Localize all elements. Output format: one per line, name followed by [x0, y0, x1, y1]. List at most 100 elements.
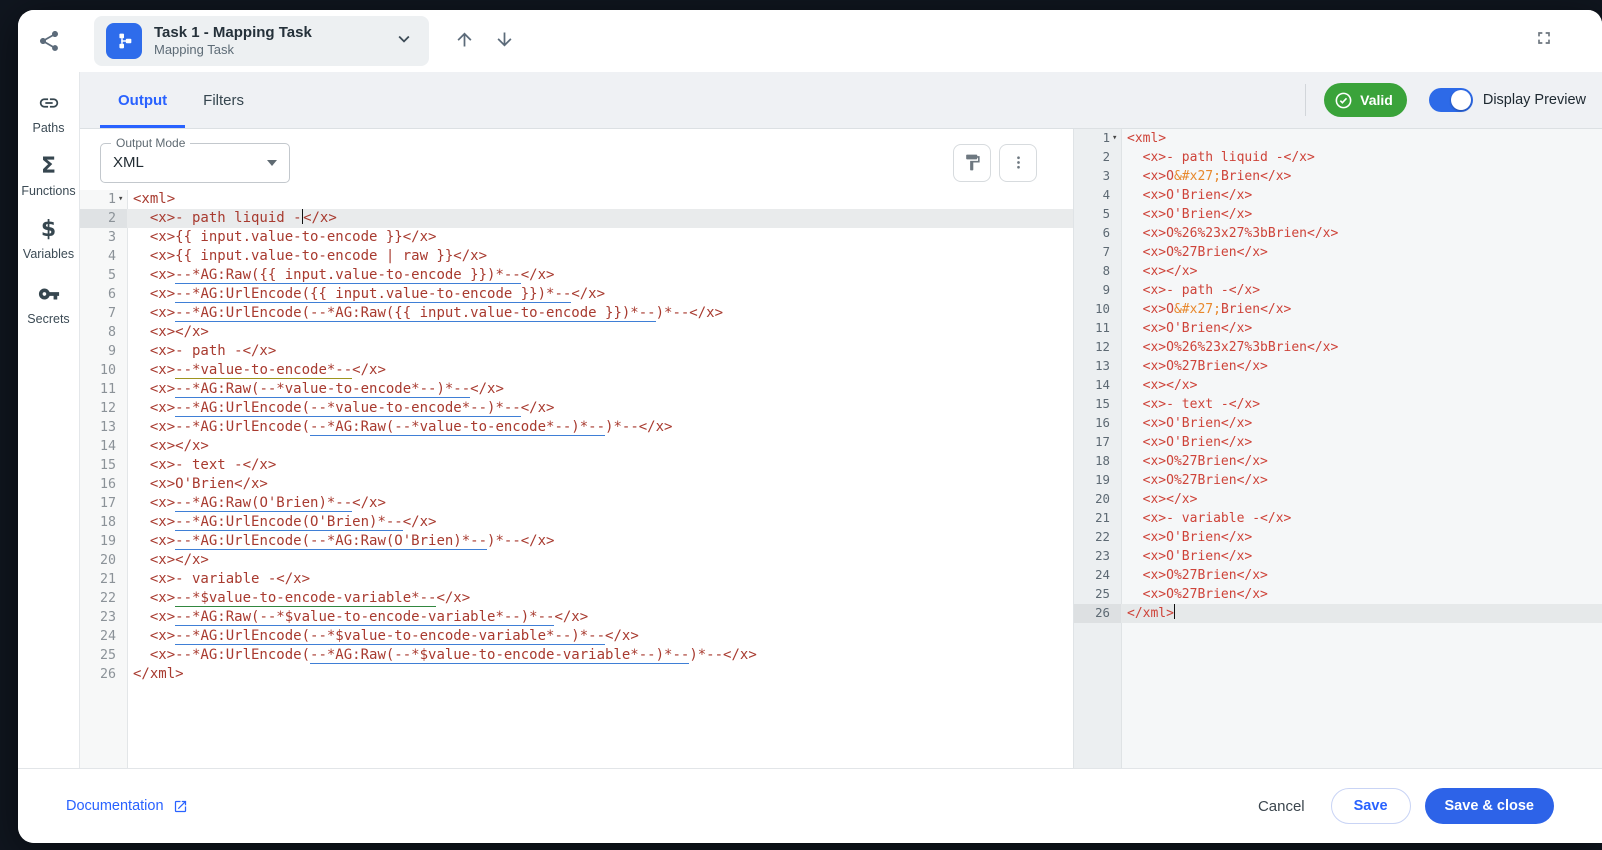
- line-number: 15: [1095, 397, 1110, 411]
- code-line-15[interactable]: 15 <x>- text -</x>: [1074, 395, 1602, 414]
- paint-roller-icon: [965, 154, 980, 171]
- sidebar-item-paths[interactable]: Paths: [18, 92, 79, 135]
- code-line-21[interactable]: 21 <x>- variable -</x>: [80, 570, 1073, 589]
- code-line-7[interactable]: 7 <x>--*AG:UrlEncode(--*AG:Raw({{ input.…: [80, 304, 1073, 323]
- sidebar-item-variables[interactable]: $ Variables: [18, 219, 79, 262]
- code-line-21[interactable]: 21 <x>- variable -</x>: [1074, 509, 1602, 528]
- left-sidebar: Paths Σ Functions $ Variables Secrets: [18, 72, 80, 768]
- code-text: <x>O%26%23x27%3bBrien</x>: [1127, 226, 1339, 241]
- code-line-14[interactable]: 14 <x></x>: [80, 437, 1073, 456]
- code-segment: </xml>: [133, 666, 184, 682]
- fold-arrow-icon[interactable]: ▾: [1112, 129, 1117, 148]
- code-line-17[interactable]: 17 <x>--*AG:Raw(O'Brien)*--</x>: [80, 494, 1073, 513]
- code-segment: &#x27;: [1173, 169, 1221, 184]
- code-line-19[interactable]: 19 <x>--*AG:UrlEncode(--*AG:Raw(O'Brien)…: [80, 532, 1073, 551]
- code-segment: </x>: [352, 495, 386, 511]
- move-up-button[interactable]: [451, 28, 477, 54]
- code-line-4[interactable]: 4 <x>O'Brien</x>: [1074, 186, 1602, 205]
- code-line-19[interactable]: 19 <x>O%27Brien</x>: [1074, 471, 1602, 490]
- code-line-8[interactable]: 8 <x></x>: [1074, 262, 1602, 281]
- code-line-7[interactable]: 7 <x>O%27Brien</x>: [1074, 243, 1602, 262]
- code-line-23[interactable]: 23 <x>--*AG:Raw(--*$value-to-encode-vari…: [80, 608, 1073, 627]
- code-line-3[interactable]: 3 <x>O&#x27;Brien</x>: [1074, 167, 1602, 186]
- strip-right: Valid Display Preview: [1305, 72, 1602, 128]
- code-segment: --*AG:Raw(--*$value-to-encode-variable*-…: [175, 609, 555, 626]
- preview-code[interactable]: 1 ▾ <xml> 2 <x>- path liquid -</x> 3 <x>O&#x…: [1074, 129, 1602, 768]
- code-line-1[interactable]: 1 ▾ <xml>: [80, 190, 1073, 209]
- code-segment: <x></x>: [133, 552, 209, 568]
- line-number: 20: [1095, 492, 1110, 506]
- line-number: 13: [99, 420, 116, 435]
- more-options-button[interactable]: [999, 143, 1037, 182]
- code-line-25[interactable]: 25 <x>--*AG:UrlEncode(--*AG:Raw(--*$valu…: [80, 646, 1073, 665]
- code-line-22[interactable]: 22 <x>O'Brien</x>: [1074, 528, 1602, 547]
- code-text: <x>--*AG:UrlEncode({{ input.value-to-enc…: [133, 286, 605, 303]
- code-line-22[interactable]: 22 <x>--*$value-to-encode-variable*--</x…: [80, 589, 1073, 608]
- code-line-5[interactable]: 5 <x>O'Brien</x>: [1074, 205, 1602, 224]
- share-icon[interactable]: [18, 29, 80, 53]
- code-line-24[interactable]: 24 <x>--*AG:UrlEncode(--*$value-to-encod…: [80, 627, 1073, 646]
- save-button[interactable]: Save: [1330, 788, 1411, 824]
- code-line-13[interactable]: 13 <x>--*AG:UrlEncode(--*AG:Raw(--*value…: [80, 418, 1073, 437]
- code-line-11[interactable]: 11 <x>O'Brien</x>: [1074, 319, 1602, 338]
- code-line-12[interactable]: 12 <x>O%26%23x27%3bBrien</x>: [1074, 338, 1602, 357]
- code-line-6[interactable]: 6 <x>O%26%23x27%3bBrien</x>: [1074, 224, 1602, 243]
- code-line-3[interactable]: 3 <x>{{ input.value-to-encode }}</x>: [80, 228, 1073, 247]
- line-number: 14: [99, 439, 116, 454]
- move-down-button[interactable]: [491, 28, 517, 54]
- code-line-20[interactable]: 20 <x></x>: [1074, 490, 1602, 509]
- code-line-16[interactable]: 16 <x>O'Brien</x>: [1074, 414, 1602, 433]
- task-selector-dropdown[interactable]: Task 1 - Mapping Task Mapping Task: [94, 16, 429, 66]
- code-line-16[interactable]: 16 <x>O'Brien</x>: [80, 475, 1073, 494]
- code-line-17[interactable]: 17 <x>O'Brien</x>: [1074, 433, 1602, 452]
- code-line-10[interactable]: 10 <x>O&#x27;Brien</x>: [1074, 300, 1602, 319]
- code-line-4[interactable]: 4 <x>{{ input.value-to-encode | raw }}</…: [80, 247, 1073, 266]
- code-segment: <x>: [133, 286, 176, 302]
- code-text: <x>- text -</x>: [1127, 397, 1260, 412]
- code-line-26[interactable]: 26 </xml>: [1074, 604, 1602, 623]
- line-number: 18: [1095, 454, 1110, 468]
- code-line-18[interactable]: 18 <x>O%27Brien</x>: [1074, 452, 1602, 471]
- sidebar-item-functions[interactable]: Σ Functions: [18, 156, 79, 199]
- code-text: <x></x>: [133, 324, 209, 340]
- code-line-15[interactable]: 15 <x>- text -</x>: [80, 456, 1073, 475]
- code-text: <x>O%26%23x27%3bBrien</x>: [1127, 340, 1339, 355]
- code-segment: --*AG:Raw(--*value-to-encode*--)*--: [310, 419, 606, 436]
- code-text: <x>--*AG:UrlEncode(--*AG:Raw(O'Brien)*--…: [133, 533, 554, 550]
- code-line-23[interactable]: 23 <x>O'Brien</x>: [1074, 547, 1602, 566]
- code-line-11[interactable]: 11 <x>--*AG:Raw(--*value-to-encode*--)*-…: [80, 380, 1073, 399]
- code-line-8[interactable]: 8 <x></x>: [80, 323, 1073, 342]
- line-number: 13: [1095, 359, 1110, 373]
- tab-output[interactable]: Output: [100, 72, 186, 128]
- code-line-5[interactable]: 5 <x>--*AG:Raw({{ input.value-to-encode …: [80, 266, 1073, 285]
- code-line-1[interactable]: 1 ▾ <xml>: [1074, 129, 1602, 148]
- code-line-9[interactable]: 9 <x>- path -</x>: [80, 342, 1073, 361]
- code-line-25[interactable]: 25 <x>O%27Brien</x>: [1074, 585, 1602, 604]
- output-mode-select[interactable]: Output Mode XML: [100, 135, 290, 183]
- display-preview-toggle[interactable]: [1428, 88, 1473, 112]
- code-line-2[interactable]: 2 <x>- path liquid -</x>: [80, 209, 1073, 228]
- code-editor[interactable]: 1 ▾ <xml> 2 <x>- path liquid - </x> 3 <x>{{ i…: [80, 190, 1073, 768]
- cancel-button[interactable]: Cancel: [1246, 790, 1317, 823]
- sidebar-item-secrets[interactable]: Secrets: [18, 283, 79, 326]
- fold-arrow-icon[interactable]: ▾: [118, 190, 123, 209]
- code-line-18[interactable]: 18 <x>--*AG:UrlEncode(O'Brien)*--</x>: [80, 513, 1073, 532]
- code-line-2[interactable]: 2 <x>- path liquid -</x>: [1074, 148, 1602, 167]
- code-line-13[interactable]: 13 <x>O%27Brien</x>: [1074, 357, 1602, 376]
- code-line-6[interactable]: 6 <x>--*AG:UrlEncode({{ input.value-to-e…: [80, 285, 1073, 304]
- fullscreen-icon[interactable]: [1534, 28, 1554, 51]
- code-segment: <x></x>: [1127, 378, 1198, 393]
- code-line-14[interactable]: 14 <x></x>: [1074, 376, 1602, 395]
- documentation-link[interactable]: Documentation: [66, 798, 188, 814]
- code-line-24[interactable]: 24 <x>O%27Brien</x>: [1074, 566, 1602, 585]
- code-line-12[interactable]: 12 <x>--*AG:UrlEncode(--*value-to-encode…: [80, 399, 1073, 418]
- code-segment: <x>- text -</x>: [133, 457, 277, 473]
- tab-filters[interactable]: Filters: [185, 72, 262, 128]
- save-and-close-button[interactable]: Save & close: [1424, 788, 1554, 824]
- code-line-10[interactable]: 10 <x>--*value-to-encode*--</x>: [80, 361, 1073, 380]
- code-line-20[interactable]: 20 <x></x>: [80, 551, 1073, 570]
- code-segment: <x>O%26%23x27%3bBrien</x>: [1127, 226, 1339, 241]
- code-line-9[interactable]: 9 <x>- path -</x>: [1074, 281, 1602, 300]
- format-code-button[interactable]: [953, 143, 991, 182]
- code-line-26[interactable]: 26 </xml>: [80, 665, 1073, 684]
